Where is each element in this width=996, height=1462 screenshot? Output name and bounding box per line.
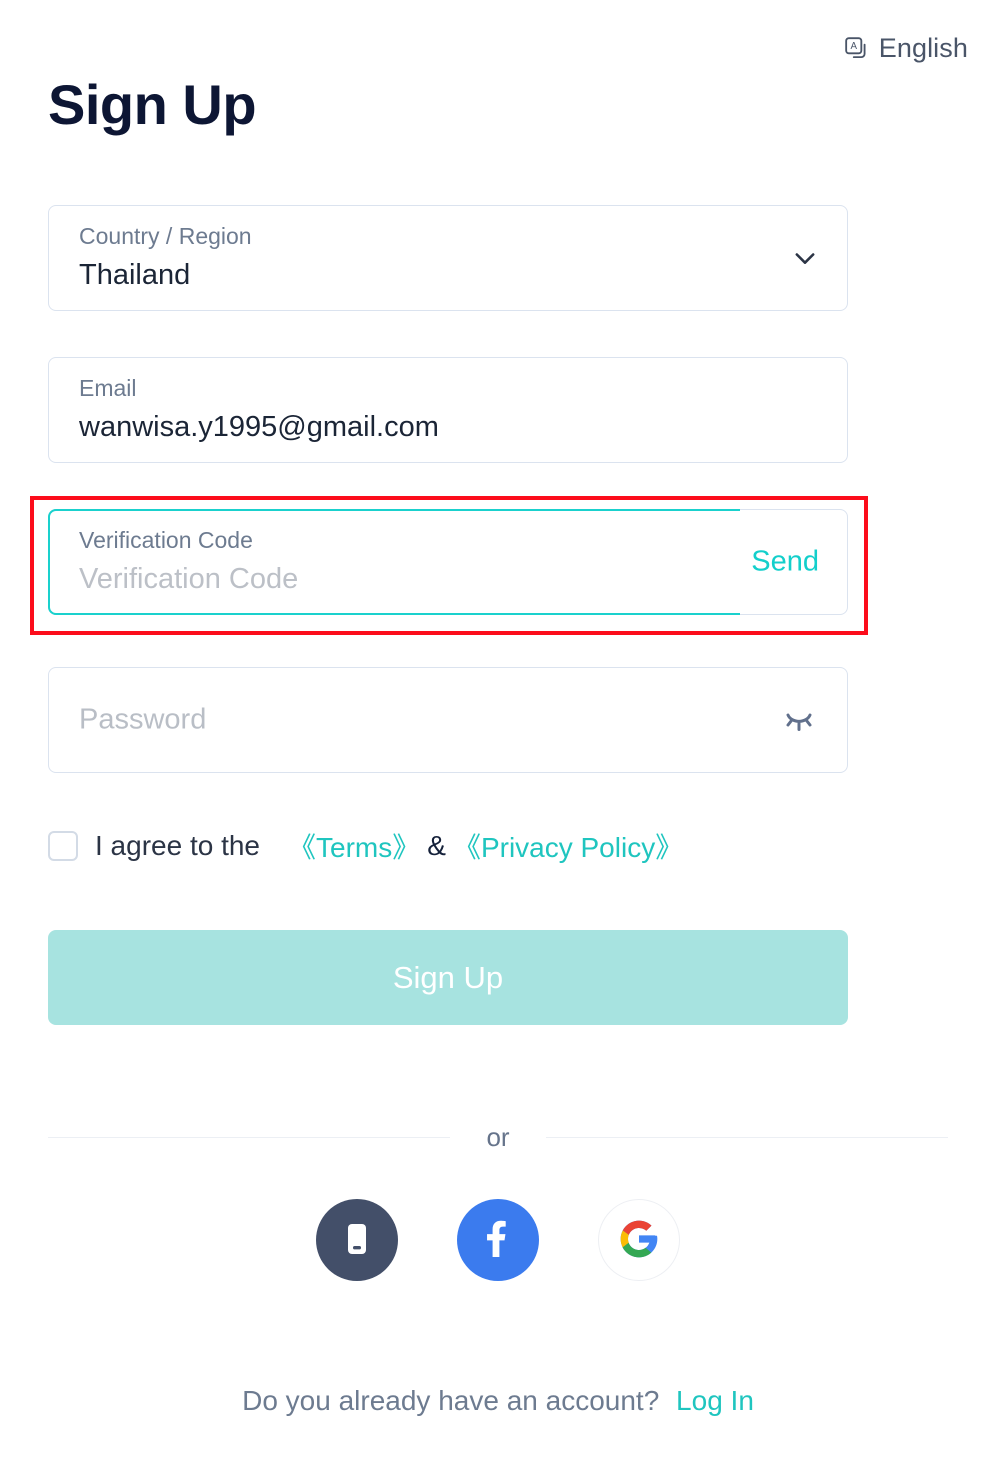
email-value: wanwisa.y1995@gmail.com	[79, 411, 439, 443]
facebook-login-button[interactable]	[457, 1199, 539, 1281]
eye-closed-icon[interactable]	[779, 700, 819, 740]
google-icon	[617, 1217, 661, 1264]
login-link[interactable]: Log In	[676, 1385, 754, 1416]
google-login-button[interactable]	[598, 1199, 680, 1281]
terms-checkbox[interactable]	[48, 831, 78, 861]
login-prompt-text: Do you already have an account?	[242, 1385, 660, 1416]
country-region-value: Thailand	[79, 259, 191, 291]
password-field[interactable]: Password	[48, 667, 848, 773]
language-label: English	[878, 33, 968, 63]
country-region-label: Country / Region	[79, 223, 252, 249]
or-divider: or	[48, 1122, 948, 1153]
signup-form: Country / Region Thailand Email wanwisa.…	[48, 205, 848, 819]
chevron-down-icon	[791, 244, 819, 272]
focus-indicator	[48, 509, 740, 615]
divider-label: or	[486, 1122, 510, 1152]
terms-link[interactable]: 《Terms》	[288, 826, 420, 866]
verification-code-placeholder: Verification Code	[79, 563, 299, 595]
facebook-icon	[474, 1215, 522, 1266]
language-selector[interactable]: A English	[844, 33, 968, 64]
email-field[interactable]: Email wanwisa.y1995@gmail.com	[48, 357, 848, 463]
signup-submit-button[interactable]: Sign Up	[48, 930, 848, 1025]
agreement-prefix: I agree to the	[95, 830, 261, 861]
country-region-select[interactable]: Country / Region Thailand	[48, 205, 848, 311]
login-prompt: Do you already have an account? Log In	[0, 1385, 996, 1417]
page-title: Sign Up	[48, 73, 257, 136]
social-login-row	[0, 1199, 996, 1281]
svg-text:A: A	[850, 41, 857, 52]
terms-agreement-row: I agree to the 《Terms》 & 《Privacy Policy…	[48, 826, 683, 866]
divider-line-left	[48, 1137, 451, 1138]
email-label: Email	[79, 375, 137, 401]
password-placeholder: Password	[79, 703, 207, 736]
verification-code-field[interactable]: Verification Code Verification Code Send	[48, 509, 848, 615]
agreement-separator: &	[427, 830, 446, 861]
send-code-button[interactable]: Send	[751, 547, 819, 577]
phone-login-button[interactable]	[316, 1199, 398, 1281]
mobile-phone-icon	[333, 1215, 381, 1266]
divider-line-right	[545, 1137, 948, 1138]
verification-code-label: Verification Code	[79, 527, 253, 553]
privacy-policy-link[interactable]: 《Privacy Policy》	[453, 826, 683, 866]
translate-icon: A	[844, 36, 870, 62]
